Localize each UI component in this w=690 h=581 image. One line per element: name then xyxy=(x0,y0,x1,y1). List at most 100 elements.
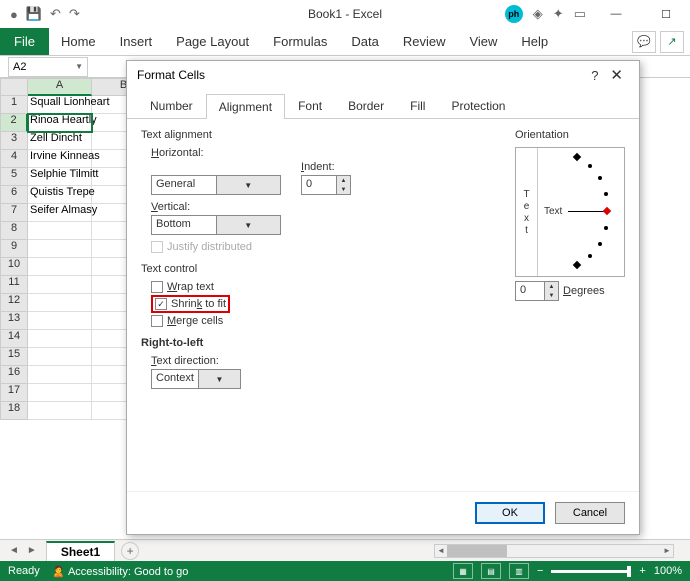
tab-help[interactable]: Help xyxy=(509,28,560,55)
cell[interactable] xyxy=(28,330,92,348)
dlg-tab-font[interactable]: Font xyxy=(285,93,335,118)
indent-down[interactable]: ▼ xyxy=(337,185,350,194)
zoom-out-button[interactable]: − xyxy=(537,565,543,577)
zoom-slider[interactable] xyxy=(551,570,631,573)
dialog-close-button[interactable]: ✕ xyxy=(604,66,629,84)
cell[interactable] xyxy=(28,276,92,294)
row-header[interactable]: 15 xyxy=(0,348,28,366)
tab-page-layout[interactable]: Page Layout xyxy=(164,28,261,55)
normal-view-button[interactable]: ▦ xyxy=(453,563,473,579)
dialog-help-button[interactable]: ? xyxy=(585,68,604,83)
row-header[interactable]: 18 xyxy=(0,402,28,420)
scroll-thumb[interactable] xyxy=(447,545,507,557)
wrap-text-checkbox[interactable] xyxy=(151,281,163,293)
horizontal-scrollbar[interactable]: ◄ ► xyxy=(434,544,674,558)
save-icon[interactable]: 💾 xyxy=(26,6,42,22)
dlg-tab-number[interactable]: Number xyxy=(137,93,206,118)
maximize-button[interactable]: ☐ xyxy=(646,0,686,28)
ok-button[interactable]: OK xyxy=(475,502,545,524)
cell[interactable]: Quistis Trepe xyxy=(28,186,92,204)
row-header[interactable]: 2 xyxy=(0,114,28,132)
text-direction-combo[interactable]: Context ▼ xyxy=(151,369,241,389)
vertical-combo[interactable]: Bottom ▼ xyxy=(151,215,281,235)
add-sheet-button[interactable]: + xyxy=(121,542,139,560)
zoom-in-button[interactable]: + xyxy=(639,565,645,577)
row-header[interactable]: 12 xyxy=(0,294,28,312)
tab-review[interactable]: Review xyxy=(391,28,458,55)
tab-insert[interactable]: Insert xyxy=(108,28,165,55)
cell[interactable] xyxy=(28,366,92,384)
horizontal-combo[interactable]: General ▼ xyxy=(151,175,281,195)
dlg-tab-fill[interactable]: Fill xyxy=(397,93,438,118)
minimize-button[interactable]: — xyxy=(596,0,636,28)
ribbon-options-icon[interactable]: ▭ xyxy=(574,6,586,22)
row-header[interactable]: 13 xyxy=(0,312,28,330)
cell[interactable]: Zell Dincht xyxy=(28,132,92,150)
tab-file[interactable]: File xyxy=(0,28,49,55)
row-header[interactable]: 14 xyxy=(0,330,28,348)
sheet-nav-next[interactable]: ► xyxy=(24,545,40,556)
cell[interactable]: Squall Lionheart xyxy=(28,96,92,114)
page-layout-view-button[interactable]: ▤ xyxy=(481,563,501,579)
account-badge[interactable]: ph xyxy=(505,5,523,23)
row-header[interactable]: 9 xyxy=(0,240,28,258)
zoom-thumb[interactable] xyxy=(627,566,631,577)
row-header[interactable]: 16 xyxy=(0,366,28,384)
tab-view[interactable]: View xyxy=(457,28,509,55)
dlg-tab-alignment[interactable]: Alignment xyxy=(206,94,285,119)
share-button[interactable]: ↗ xyxy=(660,31,684,53)
accessibility-status[interactable]: 🙎 Accessibility: Good to go xyxy=(52,565,189,578)
scroll-right-arrow[interactable]: ► xyxy=(661,545,673,557)
redo-icon[interactable]: ↷ xyxy=(69,6,80,22)
orientation-vertical-text[interactable]: Text xyxy=(516,148,538,276)
row-header[interactable]: 5 xyxy=(0,168,28,186)
sheet-nav-prev[interactable]: ◄ xyxy=(6,545,22,556)
degrees-spinner[interactable]: 0 ▲▼ xyxy=(515,281,559,301)
row-header[interactable]: 3 xyxy=(0,132,28,150)
select-all-corner[interactable] xyxy=(0,78,28,96)
row-header[interactable]: 8 xyxy=(0,222,28,240)
tab-home[interactable]: Home xyxy=(49,28,108,55)
row-header[interactable]: 17 xyxy=(0,384,28,402)
cell[interactable] xyxy=(28,348,92,366)
cell[interactable] xyxy=(28,402,92,420)
cell[interactable] xyxy=(28,312,92,330)
cell[interactable] xyxy=(28,240,92,258)
indent-up[interactable]: ▲ xyxy=(337,176,350,185)
tab-formulas[interactable]: Formulas xyxy=(261,28,339,55)
row-header[interactable]: 1 xyxy=(0,96,28,114)
cell[interactable]: Seifer Almasy xyxy=(28,204,92,222)
name-box[interactable]: A2 ▼ xyxy=(8,57,88,77)
tab-data[interactable]: Data xyxy=(339,28,390,55)
merge-cells-checkbox[interactable] xyxy=(151,315,163,327)
row-header[interactable]: 7 xyxy=(0,204,28,222)
cancel-button[interactable]: Cancel xyxy=(555,502,625,524)
row-header[interactable]: 6 xyxy=(0,186,28,204)
cell[interactable]: Rinoa Heartly xyxy=(28,114,92,132)
shrink-to-fit-checkbox[interactable]: ✓ xyxy=(155,298,167,310)
deg-down[interactable]: ▼ xyxy=(545,291,558,300)
sheet-tab-sheet1[interactable]: Sheet1 xyxy=(46,541,115,561)
scroll-left-arrow[interactable]: ◄ xyxy=(435,545,447,557)
orientation-dial[interactable]: Text xyxy=(538,148,624,276)
cell[interactable] xyxy=(28,222,92,240)
page-break-view-button[interactable]: ▥ xyxy=(509,563,529,579)
zoom-level[interactable]: 100% xyxy=(654,565,682,577)
row-header[interactable]: 10 xyxy=(0,258,28,276)
indent-spinner[interactable]: 0 ▲▼ xyxy=(301,175,351,195)
row-header[interactable]: 4 xyxy=(0,150,28,168)
autosave-toggle[interactable]: ● xyxy=(10,7,18,22)
cell[interactable] xyxy=(28,294,92,312)
dlg-tab-protection[interactable]: Protection xyxy=(438,93,518,118)
deg-up[interactable]: ▲ xyxy=(545,282,558,291)
comments-button[interactable]: 💬 xyxy=(632,31,656,53)
cell[interactable]: Irvine Kinneas xyxy=(28,150,92,168)
diamond-icon[interactable]: ◈ xyxy=(533,6,543,22)
wand-icon[interactable]: ✦ xyxy=(553,6,564,22)
orientation-control[interactable]: Text Text xyxy=(515,147,625,277)
cell[interactable]: Selphie Tilmitt xyxy=(28,168,92,186)
dlg-tab-border[interactable]: Border xyxy=(335,93,397,118)
cell[interactable] xyxy=(28,384,92,402)
undo-icon[interactable]: ↶ xyxy=(50,6,61,22)
row-header[interactable]: 11 xyxy=(0,276,28,294)
